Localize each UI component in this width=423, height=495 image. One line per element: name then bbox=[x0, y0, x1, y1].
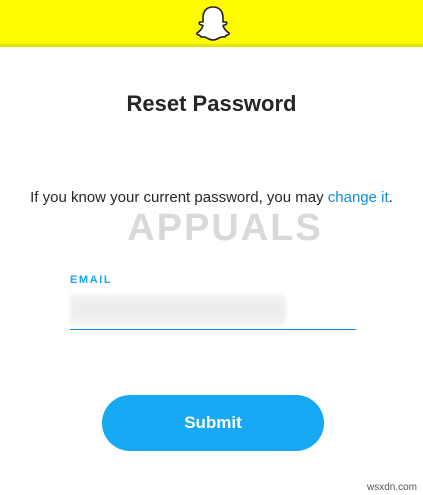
hint-suffix: . bbox=[388, 189, 393, 206]
header-bar bbox=[0, 0, 423, 47]
email-label: EMAIL bbox=[70, 274, 113, 286]
change-password-link[interactable]: change it bbox=[328, 189, 389, 206]
site-watermark: wsxdn.com bbox=[366, 482, 417, 493]
watermark-text: APPUALS bbox=[127, 207, 323, 249]
snapchat-ghost-icon[interactable] bbox=[195, 4, 231, 42]
email-field[interactable] bbox=[70, 290, 356, 330]
hint-text: If you know your current password, you m… bbox=[30, 189, 328, 206]
watermark-logo: APPUALS bbox=[127, 207, 323, 249]
reset-hint-text: If you know your current password, you m… bbox=[0, 189, 423, 206]
page-title: Reset Password bbox=[126, 91, 297, 116]
submit-button[interactable]: Submit bbox=[102, 395, 324, 451]
